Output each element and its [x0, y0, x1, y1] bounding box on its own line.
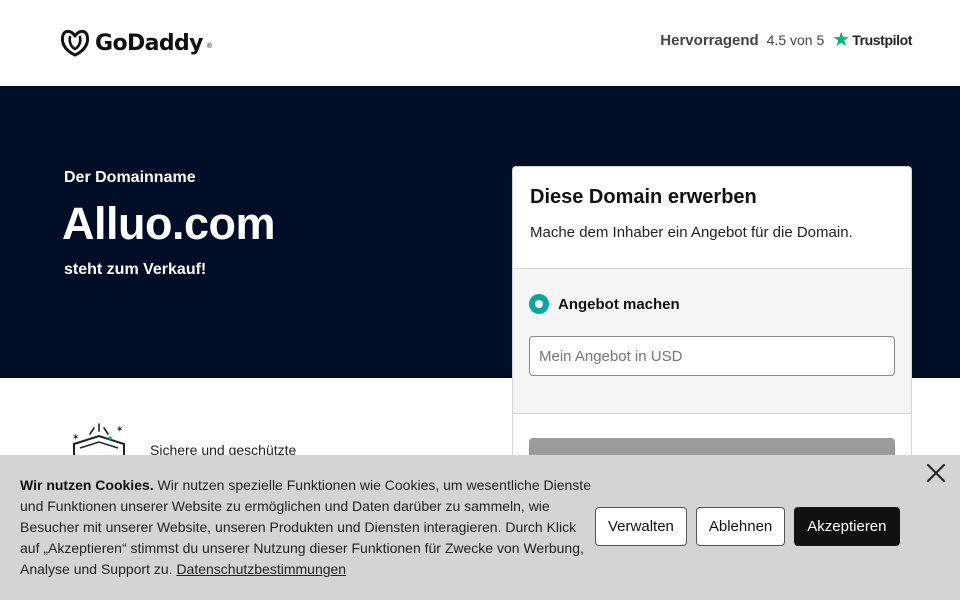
offer-section: Angebot machen — [513, 269, 911, 414]
trustpilot-name: Trustpilot — [852, 32, 912, 48]
trustpilot-star-icon: ★ — [832, 29, 851, 51]
make-offer-label: Angebot machen — [558, 295, 680, 313]
site-header: GoDaddy ® Hervorragend 4.5 von 5 ★ Trust… — [0, 0, 960, 86]
domain-name-heading: Alluo.com — [62, 198, 276, 249]
godaddy-logo-icon — [60, 29, 90, 57]
manage-cookies-button[interactable]: Verwalten — [595, 507, 687, 546]
hero-eyebrow: Der Domainname — [64, 169, 196, 186]
hero-subtitle: steht zum Verkauf! — [64, 261, 207, 278]
rating-score: 4.5 von 5 — [766, 32, 825, 48]
rating-label: Hervorragend — [660, 31, 759, 49]
cookie-actions: Verwalten Ablehnen Akzeptieren — [595, 507, 900, 546]
close-cookie-banner-button[interactable] — [924, 461, 948, 485]
offer-amount-input[interactable] — [529, 336, 895, 376]
decline-cookies-button[interactable]: Ablehnen — [695, 507, 786, 546]
privacy-policy-link[interactable]: Datenschutzbestimmungen — [176, 561, 346, 577]
svg-text:✶: ✶ — [72, 433, 80, 443]
logo-text: GoDaddy — [95, 30, 204, 56]
cookie-heading: Wir nutzen Cookies. — [20, 477, 154, 493]
cookie-banner: Wir nutzen Cookies. Wir nutzen spezielle… — [0, 455, 960, 600]
make-offer-option[interactable]: Angebot machen — [529, 294, 680, 314]
godaddy-logo[interactable]: GoDaddy ® — [59, 28, 212, 58]
trustpilot-rating[interactable]: Hervorragend 4.5 von 5 ★ Trustpilot — [660, 30, 912, 50]
svg-text:✶: ✶ — [116, 425, 124, 435]
logo-trademark: ® — [206, 43, 213, 50]
make-offer-radio[interactable] — [529, 294, 549, 314]
cookie-message: Wir nutzen Cookies. Wir nutzen spezielle… — [20, 475, 595, 580]
close-icon — [927, 464, 945, 482]
card-description: Mache dem Inhaber ein Angebot für die Do… — [530, 224, 853, 241]
card-header: Diese Domain erwerben Mache dem Inhaber … — [513, 167, 911, 269]
accept-cookies-button[interactable]: Akzeptieren — [794, 507, 900, 546]
card-title: Diese Domain erwerben — [530, 186, 757, 208]
trustpilot-logo: ★ Trustpilot — [832, 30, 912, 50]
